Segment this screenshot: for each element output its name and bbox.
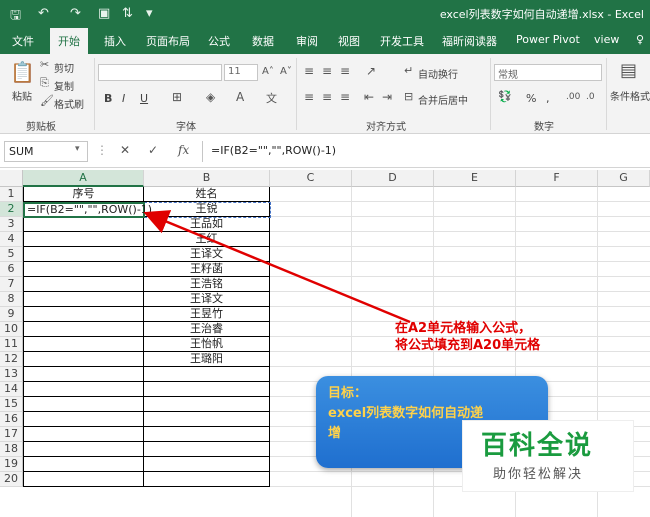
- logo-subtitle: 助你轻松解决: [493, 467, 584, 482]
- phonetic-icon[interactable]: 文: [266, 90, 277, 106]
- formula-bar: SUM ▾ ⋮ ✕ ✓ fx =IF(B2="","",ROW()-1): [0, 134, 650, 168]
- align-center-icon[interactable]: ≡: [322, 90, 332, 104]
- ribbon-divider: [490, 58, 491, 130]
- align-right-icon[interactable]: ≡: [340, 90, 350, 104]
- shrink-font-icon[interactable]: A˅: [280, 66, 292, 77]
- percent-button[interactable]: %: [526, 92, 536, 105]
- bold-button[interactable]: B: [104, 92, 112, 105]
- wrap-text-button[interactable]: 自动换行: [418, 66, 458, 81]
- format-painter-button[interactable]: 格式刷: [54, 96, 84, 111]
- tab-view-2[interactable]: view: [594, 33, 619, 46]
- insert-function-icon[interactable]: fx: [178, 143, 189, 157]
- tab-foxit-reader[interactable]: 福昕阅读器: [442, 33, 497, 49]
- tab-formulas[interactable]: 公式: [208, 33, 230, 49]
- number-format-combo[interactable]: 常规: [494, 64, 602, 81]
- formula-input[interactable]: =IF(B2="","",ROW()-1): [202, 141, 648, 162]
- enter-icon[interactable]: ✓: [148, 143, 158, 157]
- tab-home[interactable]: 开始: [50, 28, 88, 54]
- tab-data[interactable]: 数据: [252, 33, 274, 49]
- ribbon: 📋 粘贴 ✂ 剪切 ⎘ 复制 🖌 格式刷 剪贴板 11 A˄ A˅ B I U …: [0, 54, 650, 134]
- font-group-label: 字体: [176, 122, 196, 133]
- sort-icon[interactable]: ⇅: [122, 6, 133, 21]
- paste-icon[interactable]: 📋: [10, 60, 35, 84]
- ribbon-divider: [296, 58, 297, 130]
- currency-icon[interactable]: 💱: [498, 90, 512, 103]
- merge-center-icon[interactable]: ⊟: [404, 90, 413, 103]
- window-title: excel列表数字如何自动递增.xlsx - Excel: [439, 8, 644, 21]
- align-middle-icon[interactable]: ≡: [322, 64, 332, 78]
- merge-center-button[interactable]: 合并后居中: [418, 92, 468, 107]
- fill-color-icon[interactable]: ◈: [206, 90, 215, 104]
- tab-developer[interactable]: 开发工具: [380, 33, 424, 49]
- font-name-combo[interactable]: [98, 64, 222, 81]
- conditional-formatting-icon[interactable]: ▤: [620, 60, 637, 81]
- title-bar: 🖫 ↶ ↷ ▣ ⇅ ▾ excel列表数字如何自动递增.xlsx - Excel: [0, 0, 650, 28]
- orientation-icon[interactable]: ↗: [366, 64, 376, 78]
- tab-insert[interactable]: 插入: [104, 33, 126, 49]
- instruction-note: 在A2单元格输入公式， 将公式填充到A20单元格: [395, 320, 540, 354]
- increase-indent-icon[interactable]: ⇥: [382, 90, 392, 104]
- cut-button[interactable]: 剪切: [54, 60, 74, 75]
- conditional-formatting-button[interactable]: 条件格式: [610, 88, 650, 103]
- note-line-2: 将公式填充到A20单元格: [395, 338, 541, 353]
- font-size-combo[interactable]: 11: [224, 64, 258, 81]
- grow-font-icon[interactable]: A˄: [262, 66, 274, 77]
- redo-icon[interactable]: ↷: [70, 6, 81, 21]
- ribbon-tabs: 文件 开始 插入 页面布局 公式 数据 审阅 视图 开发工具 福昕阅读器 Pow…: [0, 28, 650, 54]
- font-color-icon[interactable]: A: [236, 90, 244, 104]
- clipboard-group-label: 剪贴板: [26, 122, 56, 133]
- customize-qa-icon[interactable]: ▾: [146, 6, 153, 21]
- number-group-label: 数字: [534, 122, 554, 133]
- lightbulb-icon[interactable]: ♀: [636, 33, 644, 46]
- italic-button[interactable]: I: [122, 92, 125, 105]
- tab-page-layout[interactable]: 页面布局: [146, 33, 190, 49]
- chevron-down-icon[interactable]: ▾: [75, 144, 80, 154]
- copy-icon[interactable]: ⎘: [40, 76, 49, 90]
- align-top-icon[interactable]: ≡: [304, 64, 314, 78]
- note-line-1: 在A2单元格输入公式，: [395, 321, 532, 336]
- save-icon[interactable]: 🖫: [10, 6, 21, 28]
- logo-title: 百科全说: [481, 431, 594, 461]
- cut-icon[interactable]: ✂: [40, 58, 49, 71]
- print-preview-icon[interactable]: ▣: [98, 6, 110, 21]
- align-bottom-icon[interactable]: ≡: [340, 64, 350, 78]
- underline-button[interactable]: U: [140, 92, 148, 105]
- format-painter-icon[interactable]: 🖌: [40, 94, 54, 107]
- tab-power-pivot[interactable]: Power Pivot: [516, 33, 580, 46]
- undo-icon[interactable]: ↶: [38, 6, 49, 21]
- goal-line-1: 目标：: [328, 386, 368, 401]
- increase-decimal-icon[interactable]: .00: [566, 92, 580, 102]
- comma-button[interactable]: ,: [546, 92, 550, 105]
- ribbon-divider: [94, 58, 95, 130]
- cancel-icon[interactable]: ✕: [120, 143, 130, 157]
- align-left-icon[interactable]: ≡: [304, 90, 314, 104]
- tab-review[interactable]: 审阅: [296, 33, 318, 49]
- alignment-group-label: 对齐方式: [366, 122, 406, 133]
- border-icon[interactable]: ⊞: [172, 90, 182, 104]
- paste-button[interactable]: 粘贴: [12, 88, 32, 103]
- wrap-text-icon[interactable]: ↵: [404, 64, 413, 77]
- ribbon-divider: [606, 58, 607, 130]
- tab-file[interactable]: 文件: [12, 33, 34, 49]
- decrease-decimal-icon[interactable]: .0: [586, 92, 595, 102]
- tab-view[interactable]: 视图: [338, 33, 360, 49]
- copy-button[interactable]: 复制: [54, 78, 74, 93]
- decrease-indent-icon[interactable]: ⇤: [364, 90, 374, 104]
- watermark-logo: 百科全说 助你轻松解决: [462, 420, 634, 492]
- more-icon: ⋮: [96, 143, 108, 157]
